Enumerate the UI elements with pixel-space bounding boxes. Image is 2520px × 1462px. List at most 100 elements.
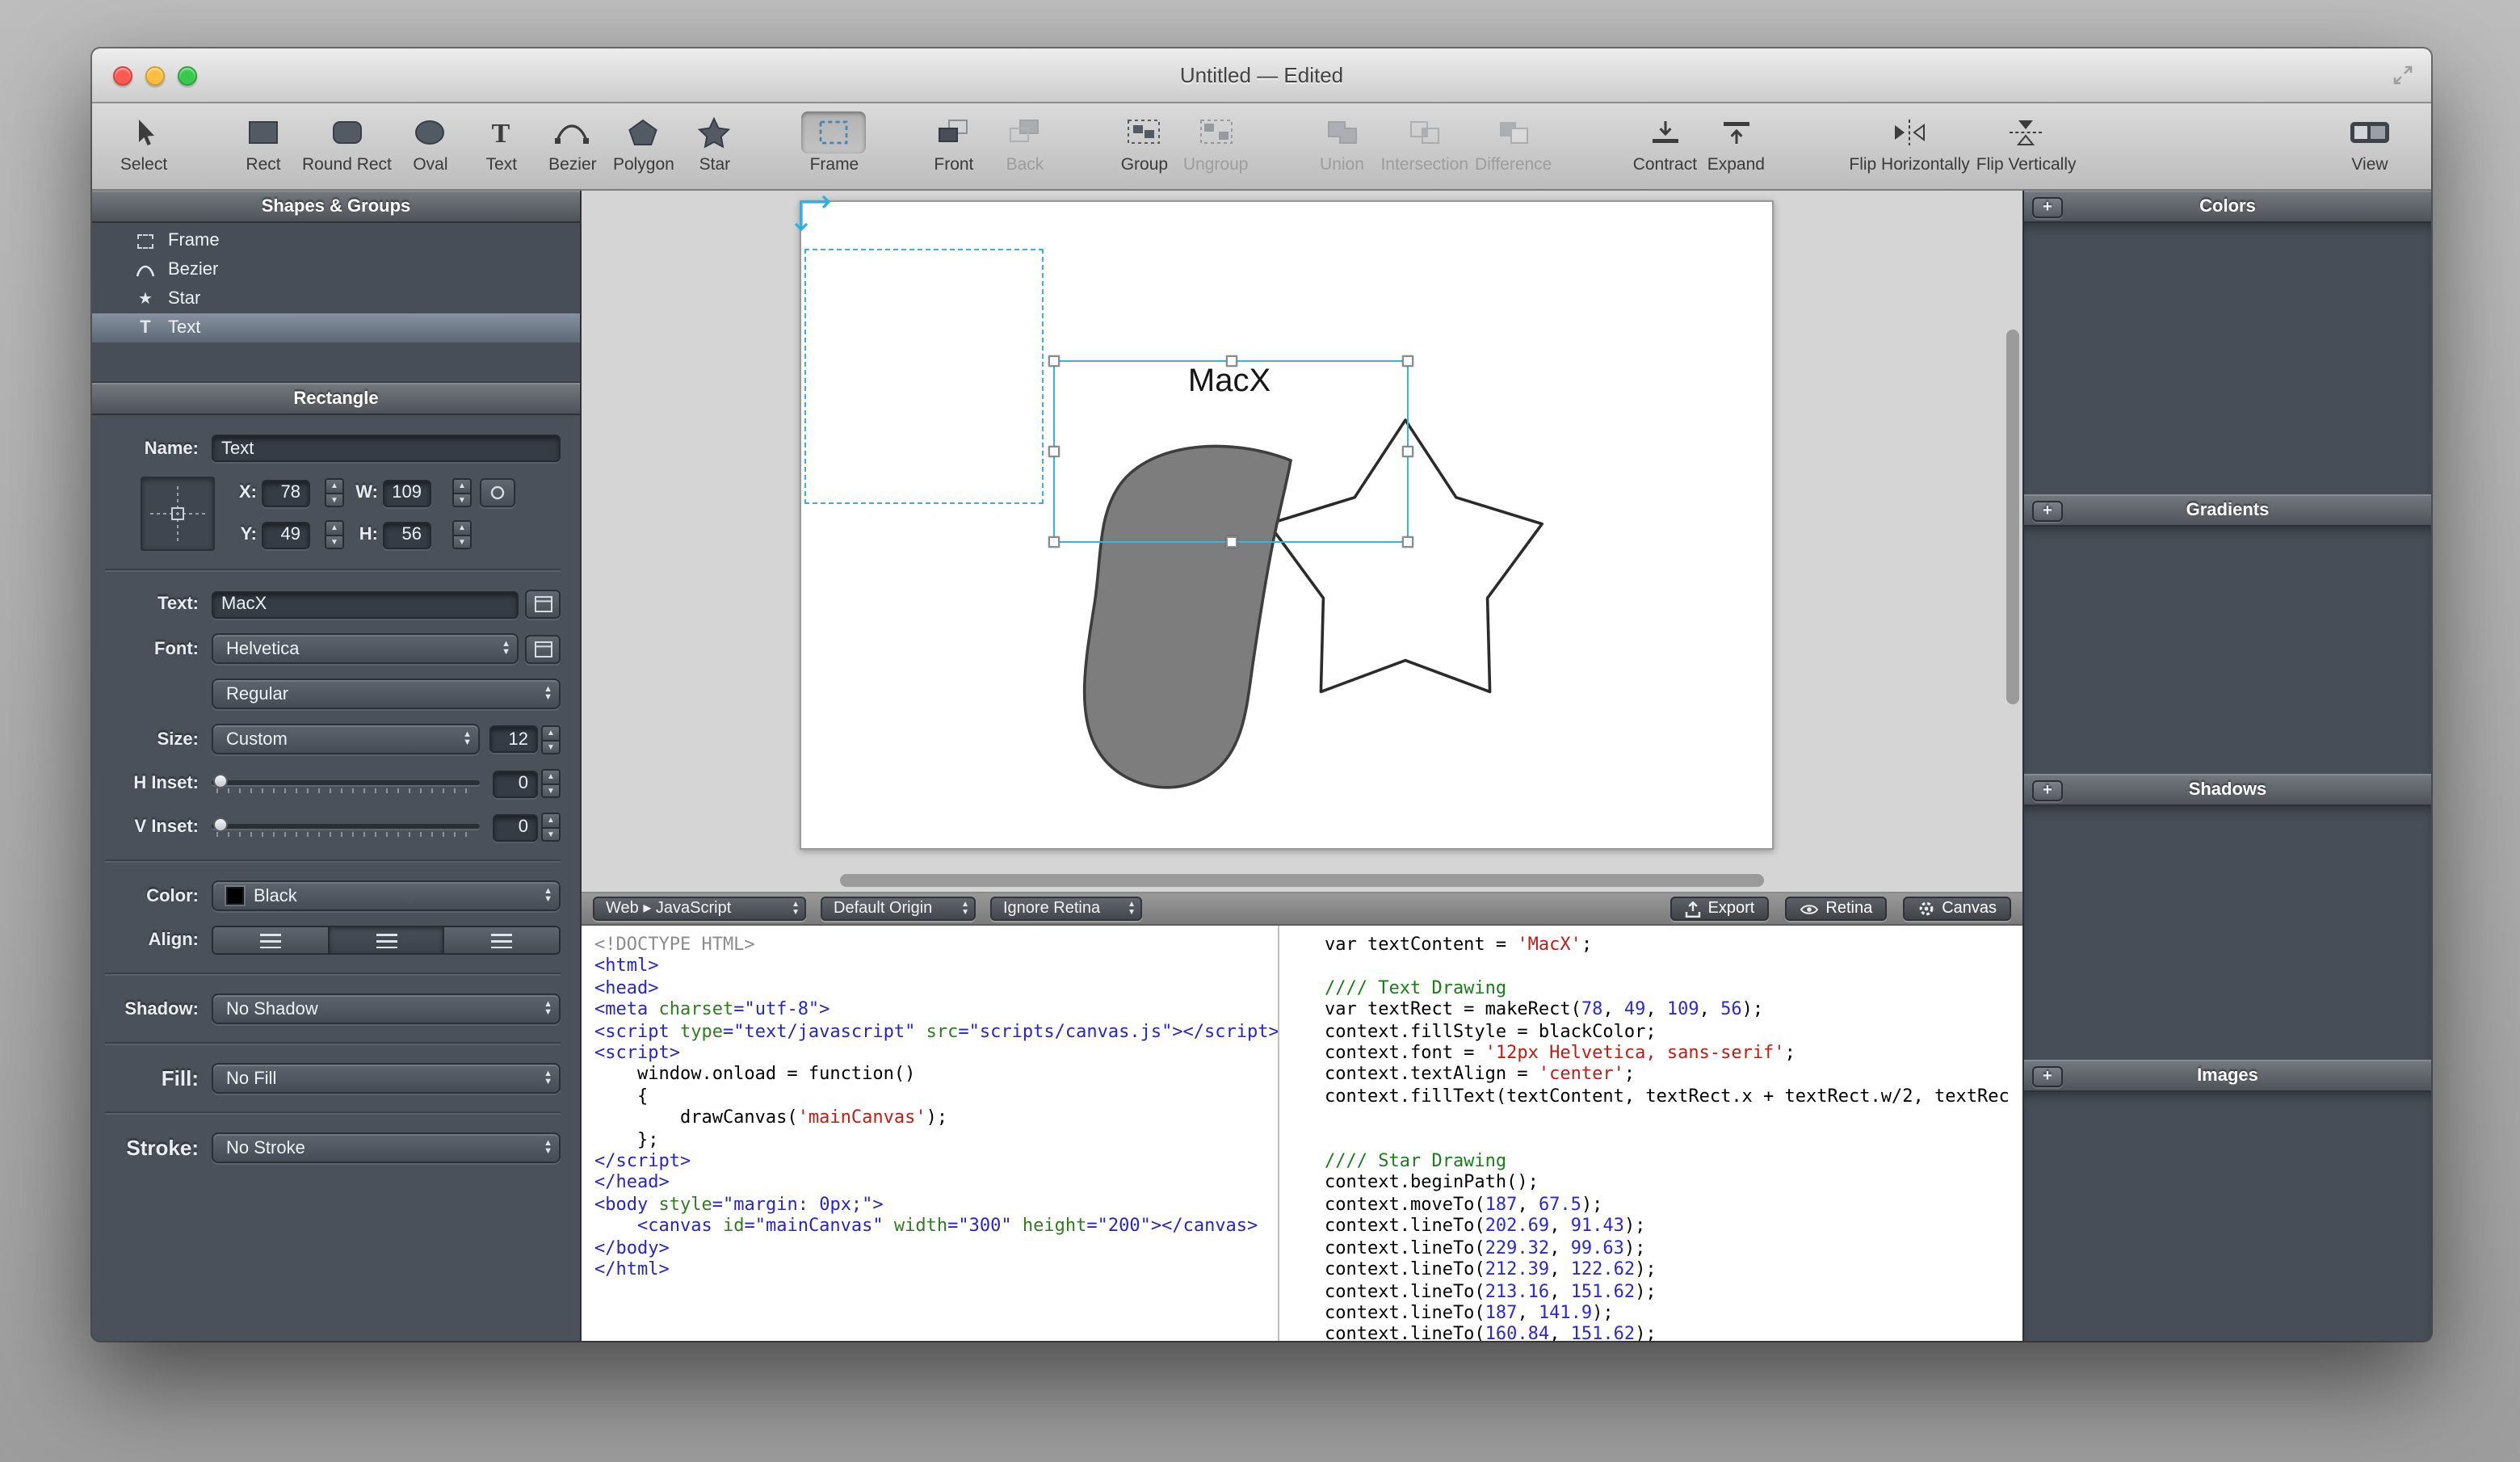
tool-view[interactable]: View: [2334, 111, 2405, 174]
tool-ungroup[interactable]: Ungroup: [1183, 111, 1249, 174]
fullscreen-icon[interactable]: [2391, 63, 2415, 87]
popup-arrows-icon: ▲▼: [534, 1002, 552, 1016]
export-button[interactable]: Export: [1671, 897, 1770, 921]
shape-item-bezier[interactable]: Bezier: [92, 255, 580, 284]
artboard[interactable]: MacX: [800, 200, 1774, 850]
retina-mode-popup[interactable]: Ignore Retina ▲▼: [990, 897, 1142, 921]
html-code-pane[interactable]: <!DOCTYPE HTML><html><head><meta charset…: [582, 926, 1279, 1341]
selection-handle-bottom-right[interactable]: [1402, 536, 1413, 548]
scrollbar-thumb[interactable]: [840, 874, 1764, 887]
text-input[interactable]: MacX: [212, 590, 519, 618]
font-popup[interactable]: Helvetica ▲▼: [212, 633, 519, 664]
tool-difference[interactable]: Difference: [1475, 111, 1552, 174]
canvas-button[interactable]: Canvas: [1903, 897, 2011, 921]
tool-bezier[interactable]: Bezier: [540, 111, 605, 174]
tool-flip-horizontally[interactable]: Flip Horizontally: [1849, 111, 1969, 174]
shape-item-star[interactable]: ★ Star: [92, 284, 580, 313]
tool-frame[interactable]: Frame: [802, 111, 867, 174]
v-inset-slider[interactable]: [212, 815, 480, 839]
align-center-button[interactable]: [327, 927, 443, 953]
w-stepper[interactable]: ▲▼: [452, 478, 472, 507]
name-input[interactable]: Text: [212, 435, 561, 462]
tool-text[interactable]: T Text: [469, 111, 534, 174]
add-shadow-button[interactable]: +: [2032, 780, 2063, 801]
selection-handle-middle-left[interactable]: [1048, 446, 1060, 457]
shape-item-frame[interactable]: Frame: [92, 226, 580, 255]
font-panel-button[interactable]: [525, 634, 561, 663]
tool-expand[interactable]: Expand: [1703, 111, 1768, 174]
stroke-popup[interactable]: No Stroke ▲▼: [212, 1132, 561, 1163]
w-input[interactable]: 109: [383, 479, 431, 506]
color-popup[interactable]: Black ▲▼: [212, 880, 561, 911]
tool-flip-vertically[interactable]: Flip Vertically: [1976, 111, 2077, 174]
h-inset-stepper[interactable]: ▲▼: [541, 769, 561, 798]
size-stepper[interactable]: ▲▼: [541, 725, 561, 754]
origin-popup[interactable]: Default Origin ▲▼: [821, 897, 976, 921]
add-image-button[interactable]: +: [2032, 1066, 2063, 1087]
fill-popup[interactable]: No Fill ▲▼: [212, 1063, 561, 1094]
tool-select[interactable]: Select: [111, 111, 176, 174]
selection-handle-top-middle[interactable]: [1225, 355, 1237, 367]
h-inset-slider[interactable]: [212, 771, 480, 796]
tool-oval[interactable]: Oval: [398, 111, 463, 174]
selection-handle-top-right[interactable]: [1402, 355, 1413, 367]
selection-handle-bottom-left[interactable]: [1048, 536, 1060, 548]
shadow-popup[interactable]: No Shadow ▲▼: [212, 994, 561, 1024]
tool-star[interactable]: Star: [682, 111, 747, 174]
js-code-pane[interactable]: var textContent = 'MacX'; //// Text Draw…: [1279, 926, 2022, 1341]
tool-union[interactable]: Union: [1309, 111, 1374, 174]
selection-handle-bottom-middle[interactable]: [1225, 536, 1237, 548]
tool-rect[interactable]: Rect: [231, 111, 296, 174]
tool-group[interactable]: Group: [1112, 111, 1177, 174]
platform-popup[interactable]: Web ▸ JavaScript ▲▼: [593, 897, 806, 921]
tool-polygon[interactable]: Polygon: [611, 111, 676, 174]
tool-round-rect[interactable]: Round Rect: [302, 111, 392, 174]
x-stepper[interactable]: ▲▼: [325, 478, 344, 507]
font-style-popup[interactable]: Regular ▲▼: [212, 678, 561, 709]
selection-handle-middle-right[interactable]: [1402, 446, 1413, 457]
close-button[interactable]: [113, 66, 132, 86]
slider-thumb[interactable]: [213, 817, 228, 831]
v-inset-stepper[interactable]: ▲▼: [541, 813, 561, 842]
align-right-button[interactable]: [443, 927, 559, 953]
zoom-button[interactable]: [178, 66, 197, 86]
x-input[interactable]: 78: [262, 479, 310, 506]
titlebar[interactable]: Untitled — Edited: [92, 48, 2431, 103]
shape-item-text[interactable]: T Text: [92, 313, 580, 342]
size-input[interactable]: 12: [489, 725, 538, 753]
tool-contract[interactable]: Contract: [1632, 111, 1697, 174]
y-stepper[interactable]: ▲▼: [325, 520, 344, 549]
retina-button[interactable]: Retina: [1785, 897, 1887, 921]
popup-arrows-icon: ▲▼: [953, 902, 969, 916]
aspect-lock-button[interactable]: [480, 478, 515, 507]
add-gradient-button[interactable]: +: [2032, 501, 2063, 522]
gradients-panel[interactable]: [2024, 527, 2431, 774]
shadows-panel[interactable]: [2024, 806, 2431, 1060]
v-inset-input[interactable]: 0: [493, 813, 538, 841]
y-input[interactable]: 49: [262, 521, 310, 548]
h-stepper[interactable]: ▲▼: [452, 520, 472, 549]
anchor-position-widget[interactable]: [141, 477, 215, 551]
minimize-button[interactable]: [145, 66, 165, 86]
canvas-horizontal-scrollbar[interactable]: [585, 874, 1997, 887]
text-editor-button[interactable]: [525, 590, 561, 619]
add-color-button[interactable]: +: [2032, 197, 2063, 218]
v-inset-label: V Inset:: [105, 817, 199, 837]
frame-outline[interactable]: [804, 249, 1044, 504]
back-icon: [1004, 116, 1046, 149]
h-input[interactable]: 56: [383, 521, 431, 548]
scrollbar-thumb[interactable]: [2006, 330, 2019, 704]
tool-intersection[interactable]: Intersection: [1380, 111, 1468, 174]
canvas-vertical-scrollbar[interactable]: [2006, 194, 2019, 863]
selection-handle-top-left[interactable]: [1048, 355, 1060, 367]
size-mode-popup[interactable]: Custom ▲▼: [212, 724, 480, 754]
images-panel[interactable]: [2024, 1092, 2431, 1341]
tool-back[interactable]: Back: [993, 111, 1057, 174]
selection-box[interactable]: [1053, 360, 1409, 543]
align-left-button[interactable]: [213, 927, 327, 953]
slider-thumb[interactable]: [213, 773, 228, 788]
canvas-area[interactable]: MacX: [582, 191, 2022, 893]
colors-panel[interactable]: [2024, 223, 2431, 494]
h-inset-input[interactable]: 0: [493, 770, 538, 797]
tool-front[interactable]: Front: [922, 111, 986, 174]
